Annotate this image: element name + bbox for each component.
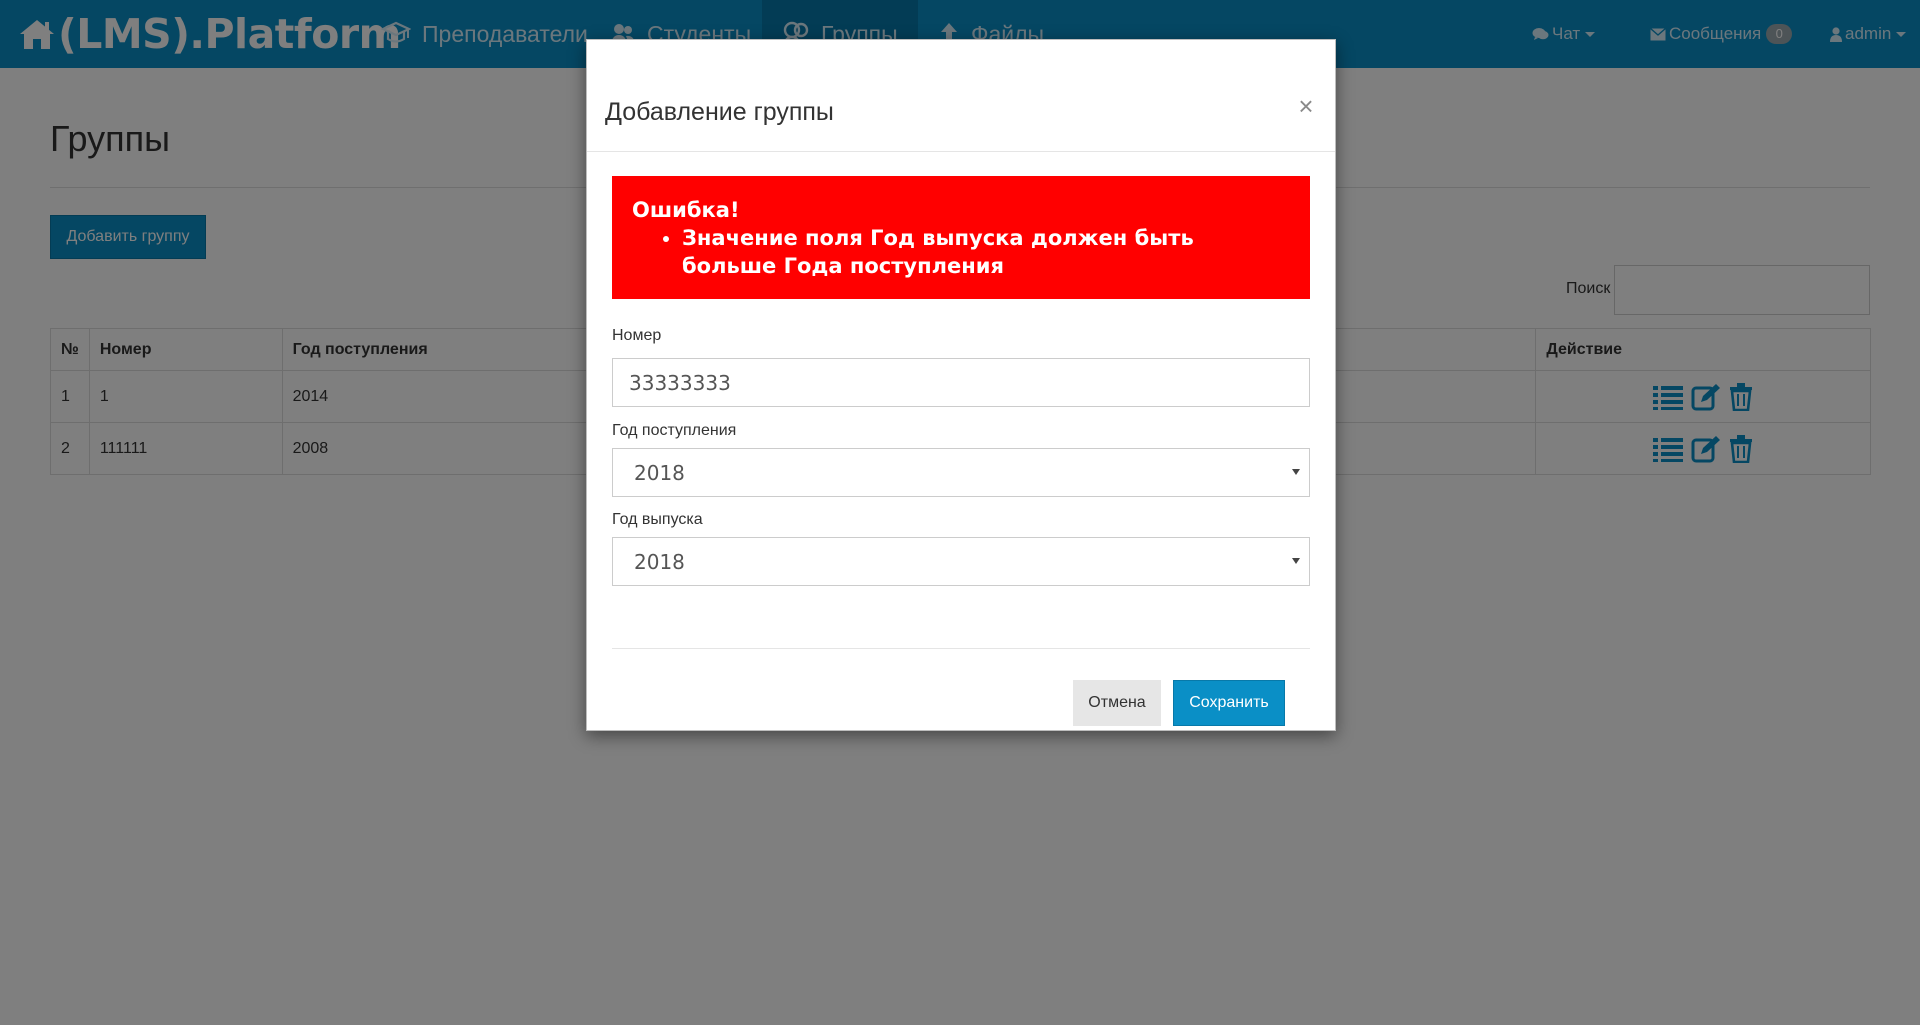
divider — [612, 648, 1310, 649]
end-year-label: Год выпуска — [612, 511, 703, 528]
start-year-value: 2018 — [634, 460, 685, 485]
number-value: 33333333 — [629, 370, 731, 395]
error-title: Ошибка! — [632, 198, 740, 222]
cancel-button[interactable]: Отмена — [1073, 680, 1161, 726]
dropdown-arrow-icon — [1292, 469, 1300, 475]
end-year-value: 2018 — [634, 549, 685, 574]
end-year-select[interactable]: 2018 — [612, 537, 1310, 586]
start-year-select[interactable]: 2018 — [612, 448, 1310, 497]
number-label: Номер — [612, 327, 662, 344]
dialog-title: Добавление группы — [605, 98, 834, 126]
error-alert: Ошибка! Значение поля Год выпуска должен… — [612, 176, 1310, 299]
dropdown-arrow-icon — [1292, 558, 1300, 564]
start-year-label: Год поступления — [612, 422, 737, 439]
add-group-dialog: Добавление группы × Ошибка! Значение пол… — [586, 39, 1336, 731]
error-message: Значение поля Год выпуска должен быть бо… — [682, 224, 1290, 280]
save-button[interactable]: Сохранить — [1173, 680, 1285, 726]
divider — [587, 151, 1335, 152]
close-icon[interactable]: × — [1294, 93, 1318, 119]
error-list: Значение поля Год выпуска должен быть бо… — [632, 224, 1290, 280]
number-input[interactable]: 33333333 — [612, 358, 1310, 407]
